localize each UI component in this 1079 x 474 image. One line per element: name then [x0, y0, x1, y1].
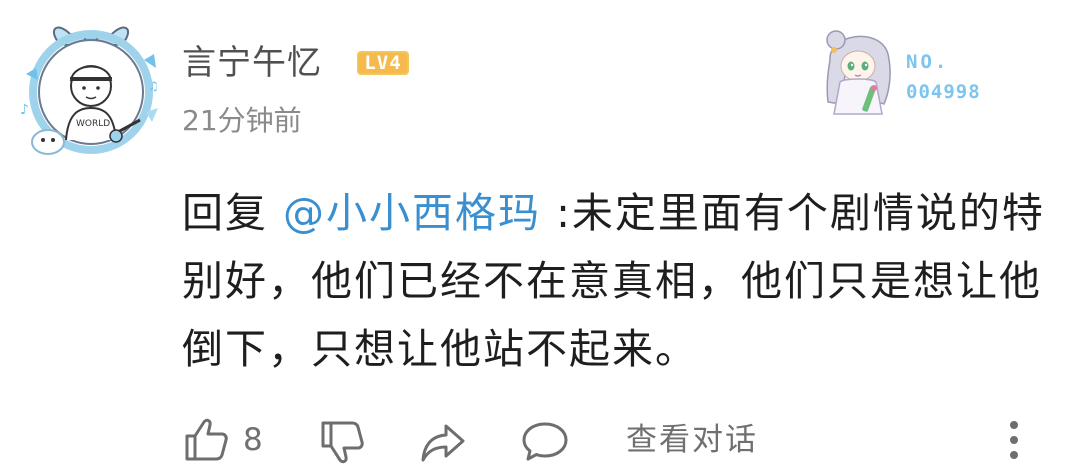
dislike-button[interactable] — [318, 418, 366, 466]
svg-text:♫: ♫ — [148, 79, 159, 93]
comment-actions: 8 查看对话 — [0, 410, 1079, 470]
comment-content: 回复 @小小西格玛 :未定里面有个剧情说的特别好，他们已经不在意真相，他们只是想… — [182, 179, 1052, 383]
comment-bubble-icon — [522, 422, 568, 461]
username[interactable]: 言宁午忆 — [182, 40, 322, 86]
fan-badge-number: 004998 — [906, 81, 981, 103]
fan-badge-character-icon — [810, 20, 906, 116]
fan-badge-label: NO. — [906, 51, 950, 73]
thumbs-down-icon — [321, 421, 364, 464]
share-button[interactable] — [419, 418, 467, 466]
avatar-frame-icon: WORLD ♪ ♫ — [20, 26, 159, 155]
comment-item: WORLD ♪ ♫ 言宁午忆 LV4 21分钟前 NO. 004998 回复 @… — [0, 0, 1079, 474]
more-vertical-icon — [1010, 421, 1018, 459]
thumbs-up-icon — [185, 418, 228, 461]
view-conversation-link[interactable]: 查看对话 — [626, 418, 758, 462]
like-count: 8 — [243, 422, 263, 458]
reply-button[interactable] — [521, 418, 569, 466]
fan-badge[interactable]: NO. 004998 — [810, 20, 1010, 116]
avatar[interactable]: WORLD ♪ ♫ — [18, 14, 164, 160]
mention-link[interactable]: @小小西格玛 — [283, 189, 541, 237]
avatar-shirt-text: WORLD — [76, 119, 110, 129]
share-arrow-icon — [421, 424, 465, 462]
level-badge: LV4 — [357, 50, 409, 76]
svg-text:♪: ♪ — [20, 102, 29, 118]
timestamp: 21分钟前 — [182, 104, 302, 137]
level-badge-text: LV4 — [364, 52, 402, 74]
more-options-button[interactable] — [990, 416, 1038, 464]
reply-prefix: 回复 — [182, 189, 268, 237]
like-button[interactable] — [182, 416, 230, 464]
